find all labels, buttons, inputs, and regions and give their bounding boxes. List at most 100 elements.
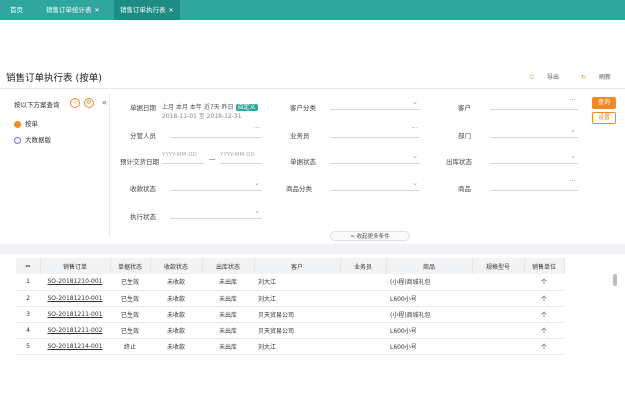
table-cell <box>472 306 524 323</box>
table-cell <box>340 274 386 291</box>
product-field[interactable]: ··· <box>490 177 578 191</box>
settings-button[interactable]: 设置 <box>592 112 616 124</box>
col-customer[interactable]: 客户 <box>254 258 341 274</box>
table-row[interactable]: 5 SO-20181214-001 终止 未收款 未出库 刘大江 L600小号 个 <box>16 338 564 355</box>
delivery-date-to[interactable]: YYYY-MM-DD <box>220 152 262 164</box>
col-doc-status[interactable]: 单据状态 <box>110 258 151 274</box>
salesman-field[interactable]: ··· <box>330 124 420 138</box>
outbound-status-label: 出库状态 <box>446 158 472 166</box>
chevron-down-icon: ⌄ <box>254 179 260 187</box>
customer-field[interactable]: ··· <box>490 96 578 110</box>
order-link[interactable]: SO-20181211-002 <box>40 322 110 339</box>
col-spec[interactable]: 规格型号 <box>472 258 525 274</box>
table-row[interactable]: 2 SO-20181210-001 已生效 未收款 未出库 刘大江 L600小号 个 <box>16 290 564 307</box>
date-quick-range: 上月 本月 本年 近7天 昨日 自定义 <box>162 102 258 111</box>
refresh-icon: ↻ <box>580 74 586 81</box>
table-cell: 5 <box>16 338 40 355</box>
doc-status-label: 单据状态 <box>290 158 316 166</box>
outbound-status-select[interactable]: ⌄ <box>490 152 578 164</box>
tab-sales-order-exec[interactable]: 销售订单执行表 ✕ <box>114 0 180 20</box>
table-cell: 未收款 <box>150 322 202 339</box>
scheme-item-label: 大数据版 <box>25 136 51 144</box>
collapse-conditions-link[interactable]: ≈ 收起更多条件 <box>330 231 410 241</box>
table-cell: 已生效 <box>110 274 150 291</box>
table-cell <box>472 338 524 355</box>
order-date-range[interactable]: 2018-11-01 至 2018-12-31 <box>162 111 242 120</box>
close-icon[interactable]: ✕ <box>95 7 100 14</box>
order-link[interactable]: SO-20181214-001 <box>40 338 110 355</box>
tab-label: 销售订单统计表 <box>46 6 92 14</box>
table-cell: 未出库 <box>202 290 254 307</box>
table-header-row: ⇔ 销售订单 单据状态 收款状态 出库状态 客户 业务员 商品 规格型号 销售单… <box>16 258 565 274</box>
date-separator: — <box>209 155 216 163</box>
export-button[interactable]: ⎋ 导出 <box>519 74 559 81</box>
scrollbar[interactable] <box>613 274 617 286</box>
scheme-item-big-data[interactable]: 大数据版 <box>14 134 51 144</box>
close-icon[interactable]: ✕ <box>169 7 174 14</box>
more-icon[interactable]: ··· <box>569 177 576 185</box>
col-sales-order[interactable]: 销售订单 <box>40 258 111 274</box>
order-link[interactable]: SO-20181211-001 <box>40 306 110 323</box>
more-icon[interactable]: ··· <box>411 124 418 132</box>
tab-home[interactable]: 首页 <box>4 0 29 20</box>
query-button[interactable]: 查询 <box>592 97 616 109</box>
col-receipt-status[interactable]: 收款状态 <box>150 258 203 274</box>
chevron-down-icon: ⌄ <box>412 152 418 160</box>
col-sales-unit[interactable]: 销售单位 <box>524 258 565 274</box>
table-cell: 刘大江 <box>254 290 340 307</box>
customer-label: 客户 <box>458 104 471 112</box>
tab-sales-order-stats[interactable]: 销售订单统计表 ✕ <box>40 0 106 20</box>
quick-last-7-days[interactable]: 近7天 <box>204 104 220 111</box>
table-row[interactable]: 4 SO-20181211-002 已生效 未收款 未出库 贝天贸易公司 L600小号 个 <box>16 322 564 339</box>
info-icon[interactable]: ! <box>70 98 80 108</box>
refresh-button[interactable]: ↻ 刷新 <box>571 74 611 81</box>
customer-class-select[interactable]: ⌄ <box>330 98 420 110</box>
quick-this-month[interactable]: 本月 <box>176 104 188 111</box>
table-cell: 贝天贸易公司 <box>254 322 340 339</box>
col-salesman[interactable]: 业务员 <box>340 258 387 274</box>
top-actions: ⎋ 导出 ↻ 刷新 <box>509 72 611 82</box>
table-cell: 个 <box>524 338 564 355</box>
table-cell: 未出库 <box>202 322 254 339</box>
exec-status-label: 执行状态 <box>130 213 156 221</box>
quick-this-year[interactable]: 本年 <box>190 104 202 111</box>
order-link[interactable]: SO-20181210-001 <box>40 290 110 307</box>
query-scheme-pane: 按以下方案查询 ! ⚙ « 按单 大数据版 <box>6 94 110 238</box>
quick-last-month[interactable]: 上月 <box>162 104 174 111</box>
delivery-date-from[interactable]: YYYY-MM-DD <box>162 152 204 164</box>
branch-field[interactable]: ··· <box>170 124 262 138</box>
order-date-label: 单据日期 <box>130 104 156 112</box>
table-cell <box>472 290 524 307</box>
order-link[interactable]: SO-20181210-001 <box>40 274 110 291</box>
dept-select[interactable]: ⌄ <box>490 126 578 138</box>
table-cell: (小程)商城礼包 <box>386 274 472 291</box>
col-product[interactable]: 商品 <box>386 258 473 274</box>
quick-yesterday[interactable]: 昨日 <box>222 104 234 111</box>
doc-status-select[interactable]: ⌄ <box>330 152 420 164</box>
quick-custom[interactable]: 自定义 <box>235 104 258 111</box>
dept-label: 部门 <box>458 132 471 140</box>
col-outbound-status[interactable]: 出库状态 <box>202 258 255 274</box>
product-label: 商品 <box>458 185 471 193</box>
table-cell: 贝天贸易公司 <box>254 306 340 323</box>
branch-label: 分管人员 <box>130 132 156 140</box>
results-table: ⇔ 销售订单 单据状态 收款状态 出库状态 客户 业务员 商品 规格型号 销售单… <box>16 258 565 355</box>
table-row[interactable]: 3 SO-20181211-001 已生效 未收款 未出库 贝天贸易公司 (小程)商城礼包 个 <box>16 306 564 323</box>
table-cell: L600小号 <box>386 290 472 307</box>
table-row[interactable]: 1 SO-20181210-001 已生效 未收款 未出库 刘大江 (小程)商城礼包 个 <box>16 274 564 291</box>
table-cell: 个 <box>524 274 564 291</box>
table-cell: 未收款 <box>150 274 202 291</box>
gear-icon[interactable]: ⚙ <box>84 98 94 108</box>
product-class-select[interactable]: ⌄ <box>330 179 420 191</box>
receipt-status-select[interactable]: ⌄ <box>170 179 262 191</box>
collapse-icon[interactable]: « <box>102 98 107 107</box>
refresh-label: 刷新 <box>598 74 611 81</box>
table-cell <box>472 274 524 291</box>
more-icon[interactable]: ··· <box>253 124 260 132</box>
table-cell <box>340 338 386 355</box>
column-settings-icon[interactable]: ⇔ <box>16 258 41 274</box>
exec-status-select[interactable]: ⌄ <box>170 207 262 219</box>
scheme-item-by-order[interactable]: 按单 <box>14 118 38 128</box>
more-icon[interactable]: ··· <box>569 96 576 104</box>
export-label: 导出 <box>547 74 560 81</box>
